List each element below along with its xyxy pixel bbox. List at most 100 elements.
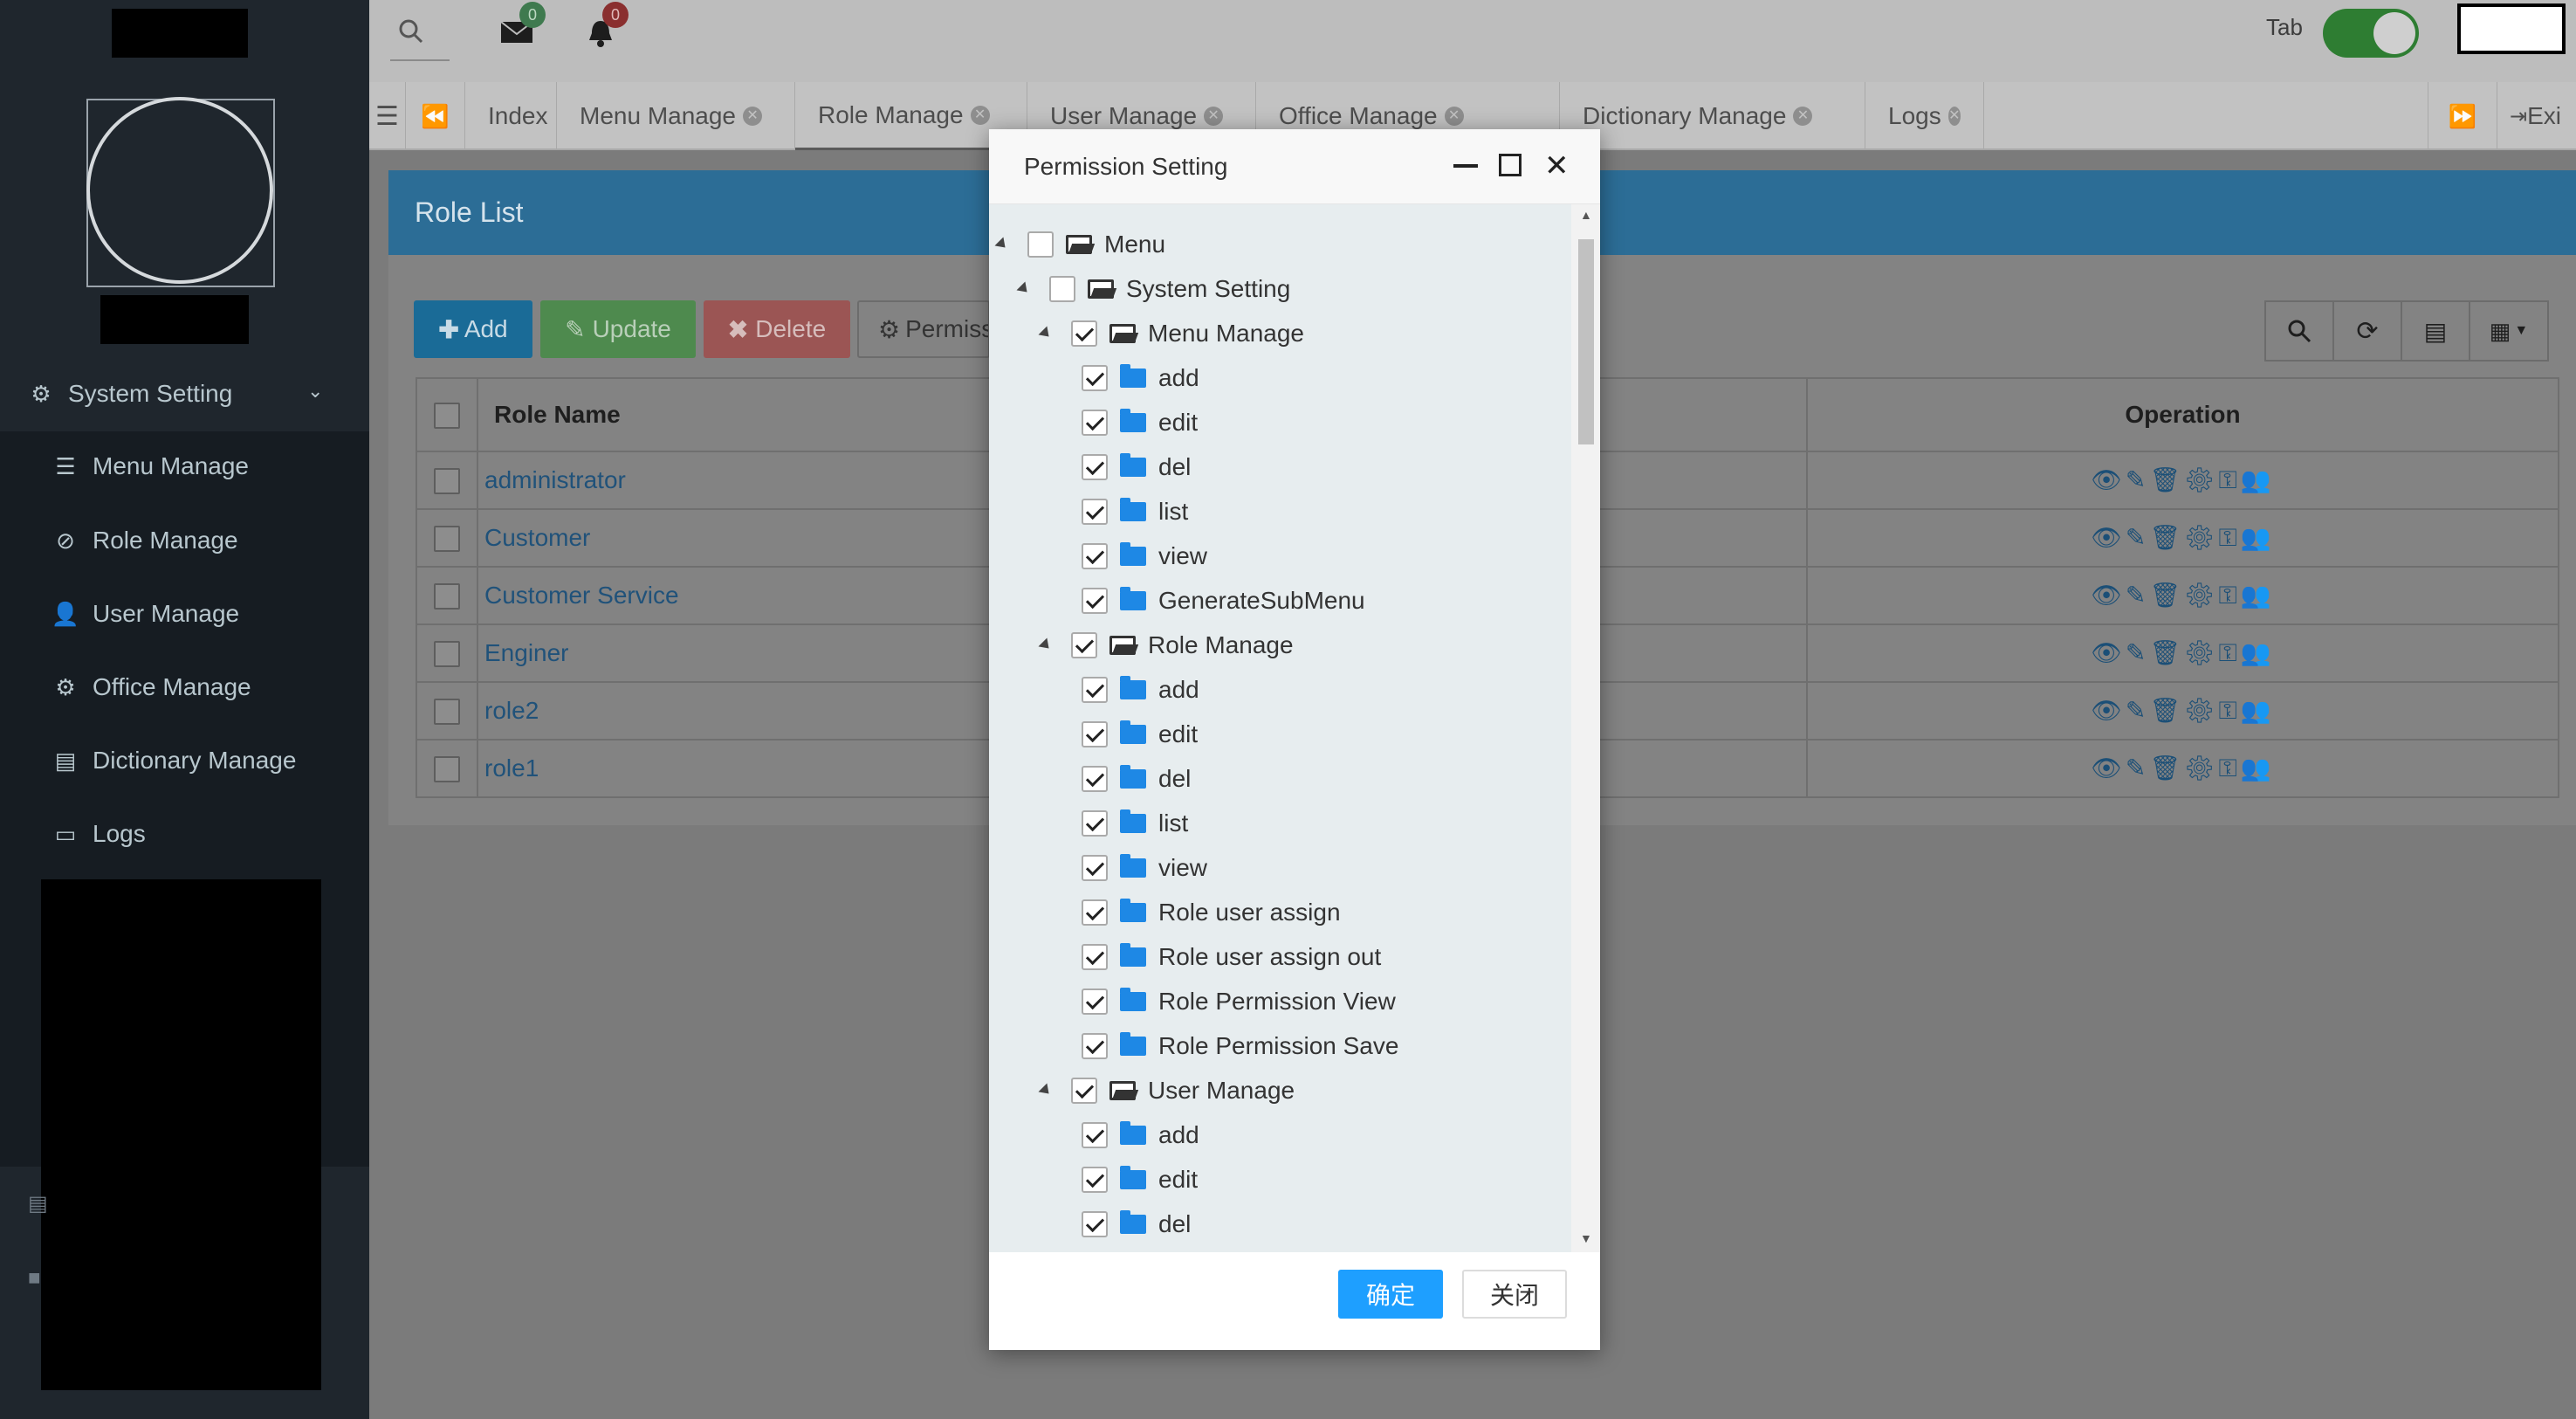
sidebar-group-system-setting[interactable]: ⚙ System Setting ⌄ — [0, 359, 369, 429]
users-icon[interactable]: 👥 — [2241, 697, 2275, 724]
close-icon[interactable]: ✕ — [1544, 148, 1570, 183]
gear-icon[interactable]: ⚙ — [2184, 697, 2219, 724]
sidebar-item-office-manage[interactable]: ⚙ Office Manage — [0, 652, 369, 722]
trash-icon[interactable]: 🗑 — [2149, 524, 2184, 551]
tree-leaf-node[interactable]: del — [1082, 1203, 1191, 1245]
tree-branch-node[interactable]: System Setting — [1016, 268, 1290, 310]
gear-icon[interactable]: ⚙ — [2184, 639, 2219, 666]
expand-arrow-icon[interactable] — [1038, 637, 1054, 653]
role-name-link[interactable]: Enginer — [479, 639, 569, 666]
tree-leaf-node[interactable]: edit — [1082, 402, 1198, 444]
trash-icon[interactable]: 🗑 — [2149, 754, 2184, 782]
scroll-left-button[interactable]: ⏪ — [406, 82, 465, 150]
key-icon[interactable]: ⚿ — [2218, 639, 2240, 666]
close-dialog-button[interactable]: 关闭 — [1462, 1270, 1567, 1319]
users-icon[interactable]: 👥 — [2241, 754, 2275, 782]
key-icon[interactable]: ⚿ — [2218, 524, 2240, 551]
tree-branch-node[interactable]: Role Manage — [1038, 624, 1294, 666]
trash-icon[interactable]: 🗑 — [2149, 639, 2184, 666]
expand-arrow-icon[interactable] — [994, 237, 1010, 252]
view-icon[interactable]: 👁 — [2091, 639, 2126, 666]
node-checkbox[interactable] — [1027, 231, 1054, 258]
toggle-view-button[interactable]: ▤ — [2402, 302, 2470, 360]
row-checkbox[interactable] — [434, 583, 460, 610]
role-name-link[interactable]: role2 — [479, 697, 539, 724]
row-checkbox[interactable] — [434, 526, 460, 553]
mail-button[interactable]: 0 — [500, 2, 546, 50]
tree-scrollbar[interactable]: ▲ ▼ — [1571, 204, 1600, 1252]
tree-leaf-node[interactable]: Role Permission View — [1082, 981, 1396, 1023]
expand-arrow-icon[interactable] — [1016, 281, 1032, 297]
gear-icon[interactable]: ⚙ — [2184, 524, 2219, 551]
gear-icon[interactable]: ⚙ — [2184, 466, 2219, 493]
node-checkbox[interactable] — [1082, 944, 1108, 970]
tree-leaf-node[interactable]: edit — [1082, 713, 1198, 755]
role-name-link[interactable]: Customer — [479, 524, 590, 551]
tree-leaf-node[interactable]: add — [1082, 357, 1199, 399]
notification-button[interactable]: 0 — [585, 2, 629, 53]
node-checkbox[interactable] — [1082, 588, 1108, 614]
tree-branch-node[interactable]: User Manage — [1038, 1070, 1295, 1112]
gear-icon[interactable]: ⚙ — [2184, 582, 2219, 609]
edit-icon[interactable]: ✎ — [2126, 524, 2149, 551]
sidebar-item-menu-manage[interactable]: ☰ Menu Manage — [0, 431, 369, 501]
node-checkbox[interactable] — [1082, 899, 1108, 926]
key-icon[interactable]: ⚿ — [2218, 697, 2240, 724]
tab-index[interactable]: Index — [465, 82, 557, 150]
node-checkbox[interactable] — [1082, 499, 1108, 525]
close-icon[interactable]: ✕ — [1793, 107, 1813, 126]
maximize-icon[interactable] — [1499, 154, 1522, 176]
scroll-thumb[interactable] — [1578, 239, 1594, 444]
tab-logs[interactable]: Logs ✕ — [1865, 82, 1984, 150]
close-icon[interactable]: ✕ — [1204, 107, 1224, 126]
tree-branch-node[interactable]: Menu — [994, 224, 1165, 265]
key-icon[interactable]: ⚿ — [2218, 754, 2240, 782]
node-checkbox[interactable] — [1071, 320, 1097, 347]
tree-leaf-node[interactable]: view — [1082, 535, 1207, 577]
columns-dropdown[interactable]: ▦ ▼ — [2470, 302, 2547, 360]
view-icon[interactable]: 👁 — [2091, 754, 2126, 782]
tree-leaf-node[interactable]: view — [1082, 847, 1207, 889]
role-name-link[interactable]: Customer Service — [479, 582, 679, 609]
tree-leaf-node[interactable]: list — [1082, 491, 1188, 533]
node-checkbox[interactable] — [1082, 766, 1108, 792]
sidebar-item-logs[interactable]: ▭ Logs — [0, 799, 369, 869]
role-name-link[interactable]: administrator — [479, 466, 626, 493]
tree-branch-node[interactable]: Menu Manage — [1038, 313, 1304, 355]
key-icon[interactable]: ⚿ — [2218, 582, 2240, 609]
node-checkbox[interactable] — [1082, 1167, 1108, 1193]
node-checkbox[interactable] — [1082, 365, 1108, 391]
row-checkbox[interactable] — [434, 699, 460, 726]
tree-leaf-node[interactable]: add — [1082, 1114, 1199, 1156]
tree-leaf-node[interactable]: edit — [1082, 1159, 1198, 1201]
view-icon[interactable]: 👁 — [2091, 524, 2126, 551]
node-checkbox[interactable] — [1082, 677, 1108, 703]
close-icon[interactable]: ✕ — [1947, 107, 1961, 126]
tree-leaf-node[interactable]: Role user assign — [1082, 892, 1341, 933]
search-box[interactable] — [390, 14, 450, 61]
scroll-right-button[interactable]: ⏩ — [2428, 82, 2497, 150]
tab-toggle-switch[interactable] — [2323, 9, 2419, 58]
tree-leaf-node[interactable]: Role Permission Save — [1082, 1025, 1398, 1067]
tree-leaf-node[interactable]: Role user assign out — [1082, 936, 1381, 978]
update-button[interactable]: ✎ Update — [540, 300, 696, 358]
edit-icon[interactable]: ✎ — [2126, 754, 2149, 782]
tree-leaf-node[interactable]: del — [1082, 446, 1191, 488]
permission-button[interactable]: ⚙ Permiss — [857, 300, 990, 358]
sidebar-item-user-manage[interactable]: 👤 User Manage — [0, 579, 369, 649]
sidebar-item-role-manage[interactable]: ⊘ Role Manage — [0, 506, 369, 575]
sidebar-item-dictionary-manage[interactable]: ▤ Dictionary Manage — [0, 726, 369, 796]
refresh-button[interactable]: ⟳ — [2334, 302, 2402, 360]
key-icon[interactable]: ⚿ — [2218, 466, 2240, 493]
node-checkbox[interactable] — [1082, 543, 1108, 569]
close-icon[interactable]: ✕ — [743, 107, 763, 126]
node-checkbox[interactable] — [1071, 632, 1097, 658]
row-checkbox[interactable] — [434, 641, 460, 668]
node-checkbox[interactable] — [1082, 454, 1108, 480]
search-toggle-button[interactable] — [2266, 302, 2334, 360]
users-icon[interactable]: 👥 — [2241, 524, 2275, 551]
users-icon[interactable]: 👥 — [2241, 639, 2275, 666]
role-name-link[interactable]: role1 — [479, 754, 539, 782]
minimize-icon[interactable] — [1453, 164, 1478, 168]
node-checkbox[interactable] — [1082, 1033, 1108, 1059]
